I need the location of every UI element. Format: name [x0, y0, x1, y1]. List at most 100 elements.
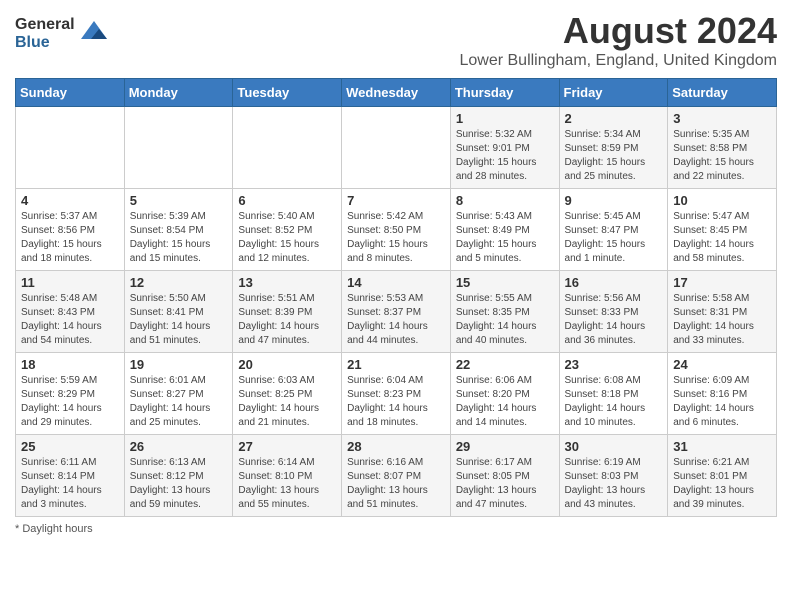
day-info: Sunrise: 5:37 AM Sunset: 8:56 PM Dayligh…: [21, 210, 119, 266]
day-info: Sunrise: 5:56 AM Sunset: 8:33 PM Dayligh…: [565, 292, 663, 348]
calendar-cell: 23Sunrise: 6:08 AM Sunset: 8:18 PM Dayli…: [559, 353, 668, 435]
calendar-cell: 3 Sunrise: 5:35 AM Sunset: 8:58 PM Daylig…: [668, 107, 777, 189]
day-number: 5: [130, 193, 228, 208]
day-header-sunday: Sunday: [16, 79, 125, 107]
day-info: Sunrise: 6:17 AM Sunset: 8:05 PM Dayligh…: [456, 456, 554, 512]
calendar-cell: [16, 107, 125, 189]
calendar-cell: 18 Sunrise: 5:59 AM Sunset: 8:29 PM Dayli…: [16, 353, 125, 435]
day-number: 21: [347, 357, 445, 372]
day-header-tuesday: Tuesday: [233, 79, 342, 107]
day-number: 4: [21, 193, 119, 208]
day-number: 16: [565, 275, 663, 290]
calendar-cell: 15 Sunrise: 5:55 AM Sunset: 8:35 PM Dayli…: [450, 271, 559, 353]
day-info: Sunrise: 5:32 AM Sunset: 9:01 PM Dayligh…: [456, 128, 554, 184]
calendar-cell: 5 Sunrise: 5:39 AM Sunset: 8:54 PM Daylig…: [124, 189, 233, 271]
day-info: Sunrise: 5:40 AM Sunset: 8:52 PM Dayligh…: [238, 210, 336, 266]
day-info: Sunrise: 5:48 AM Sunset: 8:43 PM Dayligh…: [21, 292, 119, 348]
calendar-cell: 7 Sunrise: 5:42 AM Sunset: 8:50 PM Daylig…: [342, 189, 451, 271]
calendar-cell: 8 Sunrise: 5:43 AM Sunset: 8:49 PM Daylig…: [450, 189, 559, 271]
calendar-cell: 17 Sunrise: 5:58 AM Sunset: 8:31 PM Dayli…: [668, 271, 777, 353]
day-number: 14: [347, 275, 445, 290]
calendar-cell: 19 Sunrise: 6:01 AM Sunset: 8:27 PM Dayli…: [124, 353, 233, 435]
day-info: Sunrise: 6:06 AM Sunset: 8:20 PM Dayligh…: [456, 374, 554, 430]
logo-general: General: [15, 16, 75, 34]
day-number: 15: [456, 275, 554, 290]
calendar-cell: 14 Sunrise: 5:53 AM Sunset: 8:37 PM Dayli…: [342, 271, 451, 353]
day-number: 13: [238, 275, 336, 290]
calendar-cell: 10 Sunrise: 5:47 AM Sunset: 8:45 PM Dayli…: [668, 189, 777, 271]
calendar-cell: [342, 107, 451, 189]
logo-blue: Blue: [15, 34, 75, 52]
day-number: 2: [565, 111, 663, 126]
calendar-cell: 6 Sunrise: 5:40 AM Sunset: 8:52 PM Daylig…: [233, 189, 342, 271]
day-number: 27: [238, 439, 336, 454]
day-info: Sunrise: 5:42 AM Sunset: 8:50 PM Dayligh…: [347, 210, 445, 266]
calendar-cell: 28Sunrise: 6:16 AM Sunset: 8:07 PM Dayli…: [342, 435, 451, 517]
calendar-cell: [233, 107, 342, 189]
day-number: 9: [565, 193, 663, 208]
day-info: Sunrise: 5:59 AM Sunset: 8:29 PM Dayligh…: [21, 374, 119, 430]
day-info: Sunrise: 5:55 AM Sunset: 8:35 PM Dayligh…: [456, 292, 554, 348]
location: Lower Bullingham, England, United Kingdo…: [459, 52, 777, 70]
calendar-cell: 9 Sunrise: 5:45 AM Sunset: 8:47 PM Daylig…: [559, 189, 668, 271]
day-number: 3: [673, 111, 771, 126]
day-info: Sunrise: 5:35 AM Sunset: 8:58 PM Dayligh…: [673, 128, 771, 184]
month-year: August 2024: [459, 10, 777, 52]
header-area: General Blue August 2024 Lower Bullingha…: [15, 10, 777, 70]
day-number: 17: [673, 275, 771, 290]
day-info: Sunrise: 5:53 AM Sunset: 8:37 PM Dayligh…: [347, 292, 445, 348]
day-header-thursday: Thursday: [450, 79, 559, 107]
title-area: August 2024 Lower Bullingham, England, U…: [459, 10, 777, 70]
day-info: Sunrise: 6:01 AM Sunset: 8:27 PM Dayligh…: [130, 374, 228, 430]
calendar-cell: 20 Sunrise: 6:03 AM Sunset: 8:25 PM Dayli…: [233, 353, 342, 435]
footer-note: * Daylight hours: [15, 523, 777, 535]
calendar-cell: [124, 107, 233, 189]
calendar-cell: 26Sunrise: 6:13 AM Sunset: 8:12 PM Dayli…: [124, 435, 233, 517]
day-header-wednesday: Wednesday: [342, 79, 451, 107]
day-number: 24: [673, 357, 771, 372]
logo: General Blue: [15, 16, 109, 51]
day-number: 20: [238, 357, 336, 372]
day-number: 18: [21, 357, 119, 372]
day-info: Sunrise: 5:47 AM Sunset: 8:45 PM Dayligh…: [673, 210, 771, 266]
day-info: Sunrise: 5:39 AM Sunset: 8:54 PM Dayligh…: [130, 210, 228, 266]
day-number: 10: [673, 193, 771, 208]
calendar-cell: 2Sunrise: 5:34 AM Sunset: 8:59 PM Daylig…: [559, 107, 668, 189]
day-number: 6: [238, 193, 336, 208]
day-info: Sunrise: 5:50 AM Sunset: 8:41 PM Dayligh…: [130, 292, 228, 348]
calendar-cell: 16 Sunrise: 5:56 AM Sunset: 8:33 PM Dayli…: [559, 271, 668, 353]
day-info: Sunrise: 5:58 AM Sunset: 8:31 PM Dayligh…: [673, 292, 771, 348]
calendar-cell: 31Sunrise: 6:21 AM Sunset: 8:01 PM Dayli…: [668, 435, 777, 517]
day-info: Sunrise: 6:08 AM Sunset: 8:18 PM Dayligh…: [565, 374, 663, 430]
day-number: 31: [673, 439, 771, 454]
calendar-cell: 11Sunrise: 5:48 AM Sunset: 8:43 PM Dayli…: [16, 271, 125, 353]
day-info: Sunrise: 5:43 AM Sunset: 8:49 PM Dayligh…: [456, 210, 554, 266]
calendar-cell: 29Sunrise: 6:17 AM Sunset: 8:05 PM Dayli…: [450, 435, 559, 517]
logo-icon: [79, 19, 109, 49]
day-info: Sunrise: 6:14 AM Sunset: 8:10 PM Dayligh…: [238, 456, 336, 512]
day-number: 19: [130, 357, 228, 372]
calendar-table: SundayMondayTuesdayWednesdayThursdayFrid…: [15, 78, 777, 517]
day-info: Sunrise: 5:51 AM Sunset: 8:39 PM Dayligh…: [238, 292, 336, 348]
day-info: Sunrise: 6:19 AM Sunset: 8:03 PM Dayligh…: [565, 456, 663, 512]
day-info: Sunrise: 6:11 AM Sunset: 8:14 PM Dayligh…: [21, 456, 119, 512]
calendar-cell: 1 Sunrise: 5:32 AM Sunset: 9:01 PM Daylig…: [450, 107, 559, 189]
day-number: 25: [21, 439, 119, 454]
calendar-cell: 4 Sunrise: 5:37 AM Sunset: 8:56 PM Daylig…: [16, 189, 125, 271]
day-number: 8: [456, 193, 554, 208]
day-number: 22: [456, 357, 554, 372]
day-info: Sunrise: 6:13 AM Sunset: 8:12 PM Dayligh…: [130, 456, 228, 512]
calendar-cell: 13 Sunrise: 5:51 AM Sunset: 8:39 PM Dayli…: [233, 271, 342, 353]
calendar-cell: 21Sunrise: 6:04 AM Sunset: 8:23 PM Dayli…: [342, 353, 451, 435]
calendar-cell: 27 Sunrise: 6:14 AM Sunset: 8:10 PM Dayli…: [233, 435, 342, 517]
day-info: Sunrise: 6:03 AM Sunset: 8:25 PM Dayligh…: [238, 374, 336, 430]
day-header-saturday: Saturday: [668, 79, 777, 107]
day-info: Sunrise: 5:45 AM Sunset: 8:47 PM Dayligh…: [565, 210, 663, 266]
day-number: 7: [347, 193, 445, 208]
day-number: 1: [456, 111, 554, 126]
calendar-cell: 24Sunrise: 6:09 AM Sunset: 8:16 PM Dayli…: [668, 353, 777, 435]
calendar-cell: 12Sunrise: 5:50 AM Sunset: 8:41 PM Dayli…: [124, 271, 233, 353]
day-header-friday: Friday: [559, 79, 668, 107]
calendar-cell: 30Sunrise: 6:19 AM Sunset: 8:03 PM Dayli…: [559, 435, 668, 517]
calendar-cell: 25 Sunrise: 6:11 AM Sunset: 8:14 PM Dayli…: [16, 435, 125, 517]
